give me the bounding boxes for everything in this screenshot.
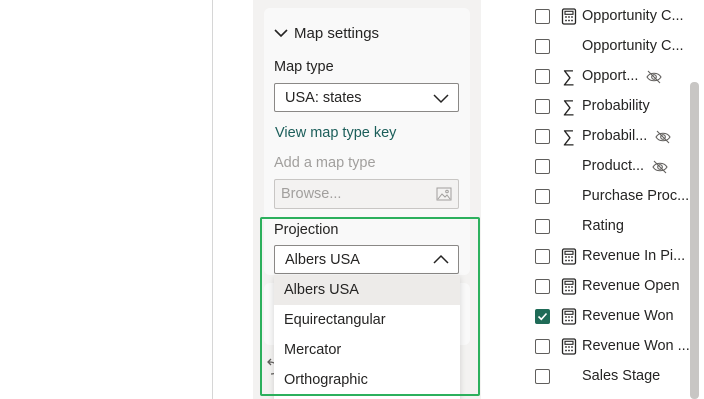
field-name: Product... [582,158,645,174]
projection-label: Projection [274,222,339,238]
projection-option-orthographic[interactable]: Orthographic [274,365,460,395]
field-row[interactable]: ∑ Opport... [481,62,696,92]
report-canvas-pane [0,0,213,399]
hidden-eye-icon [652,160,668,174]
field-name: Probability [582,98,650,114]
projection-select[interactable]: Albers USA [274,245,459,274]
field-row[interactable]: Revenue Won ... [481,332,696,362]
fields-pane: Opportunity C... Opportunity C... ∑ Opport.… [481,0,704,399]
map-settings-title: Map settings [294,24,380,42]
field-row[interactable]: Opportunity C... [481,2,696,32]
field-checkbox[interactable] [535,279,550,294]
field-name: Revenue Won [582,308,674,324]
field-checkbox[interactable] [535,219,550,234]
field-checkbox-checked[interactable] [535,309,550,324]
field-name: Probabil... [582,128,648,144]
map-type-value: USA: states [285,89,362,106]
map-type-label: Map type [274,59,334,75]
field-checkbox[interactable] [535,189,550,204]
field-checkbox[interactable] [535,369,550,384]
sigma-icon: ∑ [562,96,575,116]
browse-placeholder: Browse... [281,186,342,202]
sigma-icon: ∑ [562,66,575,86]
field-row[interactable]: ∑ Probabil... [481,122,696,152]
field-row[interactable]: Rating [481,212,696,242]
projection-option-albers-usa[interactable]: Albers USA [274,275,460,305]
field-row[interactable]: Purchase Proc... [481,182,696,212]
field-name: Revenue Won ... [582,338,690,354]
projection-value: Albers USA [285,251,360,268]
field-row[interactable]: Revenue Open [481,272,696,302]
field-row[interactable]: Revenue In Pi... [481,242,696,272]
add-map-type-label: Add a map type [274,155,376,171]
field-name: Opport... [582,68,639,84]
sigma-icon: ∑ [562,126,575,146]
field-checkbox[interactable] [535,99,550,114]
projection-option-mercator[interactable]: Mercator [274,335,460,365]
view-map-type-key-link[interactable]: View map type key [275,125,396,141]
field-checkbox[interactable] [535,159,550,174]
map-type-select[interactable]: USA: states [274,83,459,112]
calculator-icon [560,248,577,265]
calculator-icon [560,308,577,325]
image-icon [436,187,452,201]
chevron-down-icon [433,94,449,104]
projection-dropdown-list: Albers USA Equirectangular Mercator Orth… [274,275,460,399]
hidden-eye-icon [655,130,671,144]
field-name: Sales Stage [582,368,661,384]
pane-gap [213,0,253,399]
chevron-up-icon [433,254,449,264]
browse-input[interactable]: Browse... [274,179,459,209]
fields-scrollbar[interactable] [690,82,699,399]
field-checkbox[interactable] [535,129,550,144]
field-checkbox[interactable] [535,339,550,354]
field-row[interactable]: ∑ Probability [481,92,696,122]
field-checkbox[interactable] [535,9,550,24]
field-row[interactable]: Product... [481,152,696,182]
field-name: Revenue Open [582,278,680,294]
field-checkbox[interactable] [535,249,550,264]
projection-option-equirectangular[interactable]: Equirectangular [274,305,460,335]
field-name: Purchase Proc... [582,188,690,204]
calculator-icon [560,278,577,295]
field-checkbox[interactable] [535,69,550,84]
field-name: Opportunity C... [582,8,684,24]
field-name: Revenue In Pi... [582,248,686,264]
calculator-icon [560,338,577,355]
map-settings-header[interactable]: Map settings [274,22,379,44]
field-checkbox[interactable] [535,39,550,54]
chevron-down-icon [274,29,288,38]
field-name: Opportunity C... [582,38,684,54]
field-row[interactable]: Sales Stage [481,362,696,392]
field-row[interactable]: Opportunity C... [481,32,696,62]
field-row[interactable]: Revenue Won [481,302,696,332]
hidden-eye-icon [646,70,662,84]
calculator-icon [560,8,577,25]
field-name: Rating [582,218,624,234]
